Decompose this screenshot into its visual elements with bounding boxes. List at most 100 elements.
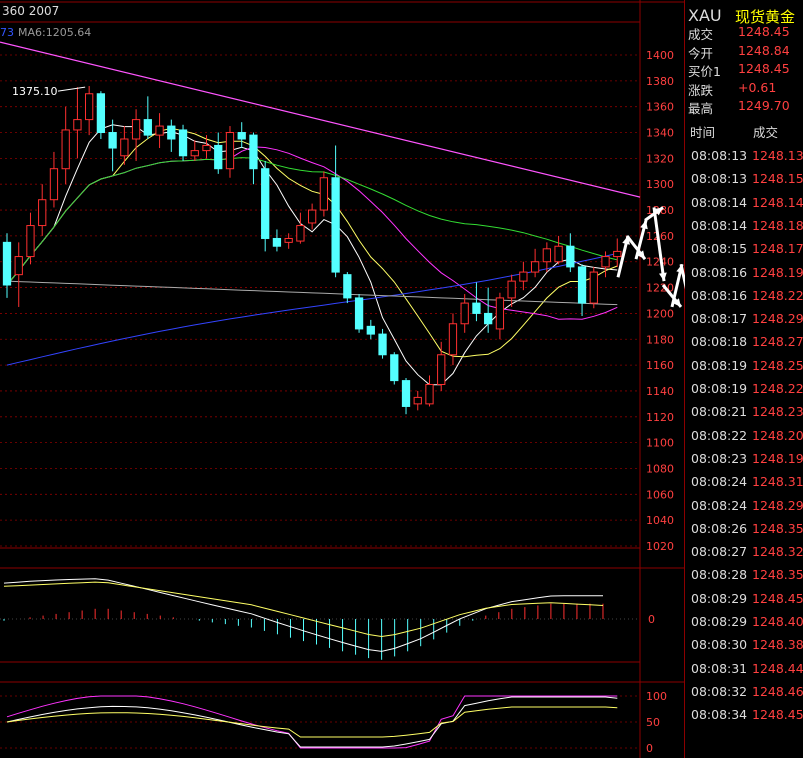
quote-symbol: XAU (688, 6, 722, 25)
candle-body (214, 144, 223, 170)
ma5-line (6, 124, 618, 386)
tick-time: 08:08:31 (691, 660, 748, 676)
tick-row: 08:08:32 1248.46 (690, 684, 803, 707)
tick-row: 08:08:15 1248.17 (690, 241, 803, 264)
candle-body (26, 225, 35, 258)
quote-label: 成交 (688, 27, 714, 42)
quote-row: 成交 1248.45 (687, 24, 803, 42)
candle-body (390, 354, 399, 382)
kdj-tick-label: 50 (646, 716, 660, 729)
candle-body (519, 271, 528, 282)
candle-body (284, 237, 293, 243)
tick-price: 1248.25 (752, 357, 803, 373)
tick-time: 08:08:26 (691, 520, 748, 536)
quote-row: 涨跌 +0.61 (687, 80, 803, 98)
tick-price: 1248.44 (752, 660, 803, 676)
tick-time: 08:08:19 (691, 357, 748, 373)
candle-body (167, 125, 176, 140)
candle-body (413, 396, 422, 405)
macd-zero-label: 0 (648, 613, 655, 626)
candle-body (331, 177, 340, 273)
tick-price: 1248.45 (752, 707, 803, 723)
tick-time: 08:08:21 (691, 404, 748, 420)
tick-time: 08:08:27 (691, 544, 748, 560)
quote-value: +0.61 (738, 79, 777, 95)
tick-row: 08:08:22 1248.20 (690, 428, 803, 451)
tick-header-time: 时间 (690, 125, 716, 140)
tick-price: 1248.17 (752, 241, 803, 257)
tick-time: 08:08:16 (691, 264, 748, 280)
tick-price: 1248.23 (752, 404, 803, 420)
tick-time: 08:08:14 (691, 217, 748, 233)
projection-arrow (652, 207, 666, 282)
candle-body (507, 280, 516, 299)
candle-body (272, 237, 282, 247)
tick-row: 08:08:13 1248.13 (690, 148, 803, 171)
y-tick-label: 1200 (646, 307, 674, 320)
tick-time: 08:08:18 (691, 334, 748, 350)
tick-time: 08:08:24 (691, 474, 748, 490)
quote-value: 1248.84 (738, 42, 790, 58)
candle-body (225, 132, 235, 170)
y-tick-label: 1380 (646, 75, 674, 88)
tick-time: 08:08:23 (691, 450, 748, 466)
tick-price: 1248.31 (752, 474, 803, 490)
quote-value: 1248.45 (738, 24, 790, 39)
tick-row: 08:08:24 1248.29 (690, 498, 803, 521)
tick-price: 1248.13 (752, 148, 803, 163)
tick-price: 1248.40 (752, 614, 803, 629)
candle-body (307, 209, 317, 224)
quote-value: 1248.45 (738, 61, 790, 76)
tick-row: 08:08:18 1248.27 (690, 334, 803, 357)
candle-body (589, 271, 598, 304)
tick-time: 08:08:22 (691, 427, 748, 443)
y-tick-label: 1140 (646, 385, 674, 398)
y-tick-label: 1120 (646, 411, 674, 424)
tick-price: 1248.18 (752, 217, 803, 233)
tick-price: 1248.20 (752, 427, 803, 443)
y-tick-label: 1060 (646, 488, 674, 501)
y-tick-label: 1360 (646, 101, 674, 114)
tick-price: 1248.27 (752, 334, 803, 350)
[object Object] (57, 86, 86, 92)
tick-price: 1248.19 (752, 450, 803, 466)
candle-body (120, 138, 129, 157)
candle-body (343, 274, 352, 299)
candle-body (190, 150, 199, 157)
tick-price: 1248.35 (752, 567, 803, 583)
tick-price: 1248.14 (752, 194, 803, 210)
tick-time: 08:08:13 (691, 148, 748, 163)
tick-price: 1248.45 (752, 590, 803, 606)
high-label: 1375.10 (12, 85, 58, 98)
tick-row: 08:08:17 1248.29 (690, 311, 803, 334)
tick-row: 08:08:14 1248.14 (690, 195, 803, 218)
tick-row: 08:08:19 1248.22 (690, 381, 803, 404)
tick-row: 08:08:16 1248.19 (690, 265, 803, 288)
candle-body (495, 297, 505, 330)
y-tick-label: 1040 (646, 514, 674, 527)
tick-time: 08:08:29 (691, 614, 748, 629)
y-tick-label: 1320 (646, 152, 674, 165)
candle-body (178, 129, 188, 157)
quote-label: 买价1 (688, 64, 721, 79)
candle-body (249, 134, 258, 170)
tick-time: 08:08:28 (691, 567, 748, 583)
tick-time: 08:08:24 (691, 497, 748, 513)
candle-body (296, 225, 305, 242)
y-tick-label: 1100 (646, 437, 674, 450)
quote-label: 最高 (688, 101, 714, 116)
candle-body (472, 302, 481, 314)
ma120-line (6, 280, 618, 306)
tick-header-price: 成交 (753, 125, 779, 140)
tick-row: 08:08:21 1248.23 (690, 404, 803, 427)
candle-body (378, 333, 387, 356)
quote-label: 今开 (688, 45, 714, 61)
tick-row: 08:08:13 1248.15 (690, 171, 803, 194)
kdj-tick-label: 0 (646, 742, 653, 755)
candle-body (319, 177, 329, 211)
candle-body (437, 354, 446, 385)
tick-row: 08:08:16 1248.22 (690, 288, 803, 311)
tick-price: 1248.46 (752, 683, 803, 699)
candle-body (613, 250, 622, 258)
tick-price: 1248.32 (752, 544, 803, 560)
